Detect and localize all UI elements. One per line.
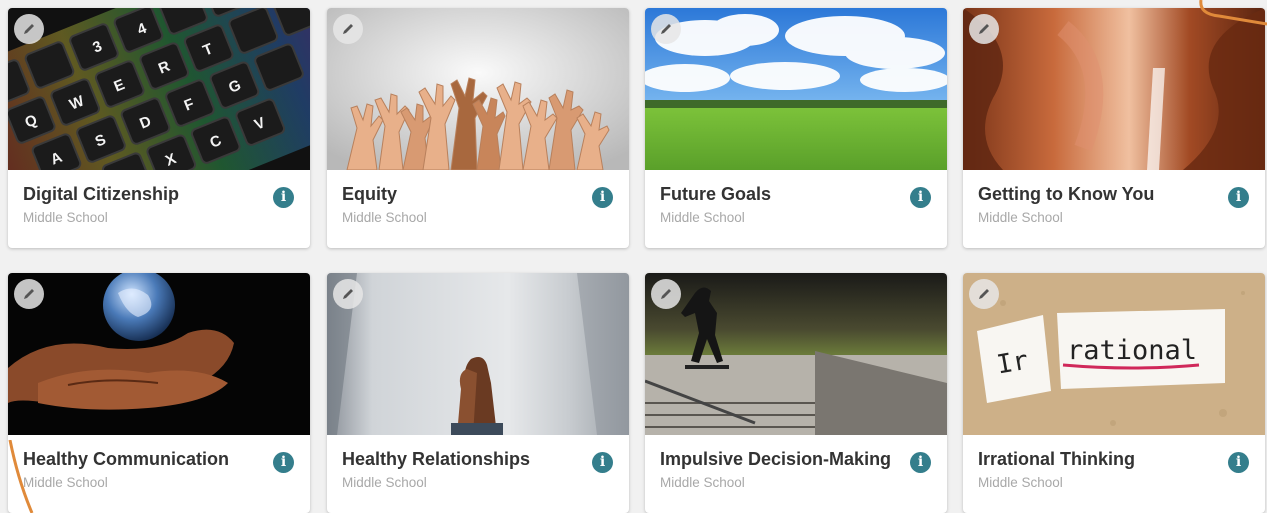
course-card-getting-to-know-you[interactable]: Getting to Know You Middle School i <box>963 8 1265 248</box>
card-subtitle: Middle School <box>23 210 108 225</box>
info-icon[interactable]: i <box>910 187 931 208</box>
pencil-icon <box>979 24 989 34</box>
edit-pencil-button[interactable] <box>651 14 681 44</box>
edit-pencil-button[interactable] <box>969 14 999 44</box>
course-card-healthy-communication[interactable]: Healthy Communication Middle School i <box>8 273 310 513</box>
card-subtitle: Middle School <box>23 475 108 490</box>
svg-text:Ir: Ir <box>995 346 1031 381</box>
skateboarder-image <box>645 273 947 435</box>
info-icon[interactable]: i <box>273 187 294 208</box>
card-title: Healthy Relationships <box>342 449 531 469</box>
card-subtitle: Middle School <box>660 475 745 490</box>
card-title: Getting to Know You <box>978 184 1155 204</box>
canyon-image <box>963 8 1265 170</box>
card-subtitle: Middle School <box>978 210 1063 225</box>
info-icon[interactable]: i <box>592 187 613 208</box>
info-icon[interactable]: i <box>1228 187 1249 208</box>
card-title: Equity <box>342 184 398 204</box>
pencil-icon <box>24 24 34 34</box>
info-icon[interactable]: i <box>592 452 613 473</box>
pencil-icon <box>661 24 671 34</box>
pencil-icon <box>979 289 989 299</box>
edit-pencil-button[interactable] <box>333 14 363 44</box>
course-card-equity[interactable]: Equity Middle School i <box>327 8 629 248</box>
edit-pencil-button[interactable] <box>333 279 363 309</box>
keyboard-image: 3 4 Q W E R T A S D F G Z X C V <box>8 8 310 170</box>
edit-pencil-button[interactable] <box>651 279 681 309</box>
clasped-hands-image <box>327 273 629 435</box>
card-title: Irrational Thinking <box>978 449 1136 469</box>
card-subtitle: Middle School <box>342 475 427 490</box>
course-card-digital-citizenship[interactable]: 3 4 Q W E R T A S D F G Z X C V <box>8 8 310 248</box>
irrational-paper-image: Ir rational <box>963 273 1265 435</box>
pencil-icon <box>343 24 353 34</box>
edit-pencil-button[interactable] <box>969 279 999 309</box>
card-subtitle: Middle School <box>342 210 427 225</box>
card-title: Impulsive Decision-Making <box>660 449 892 469</box>
card-title: Future Goals <box>660 184 772 204</box>
course-card-healthy-relationships[interactable]: Healthy Relationships Middle School i <box>327 273 629 513</box>
edit-pencil-button[interactable] <box>14 279 44 309</box>
edit-pencil-button[interactable] <box>14 14 44 44</box>
earth-in-hands-image <box>8 273 310 435</box>
course-card-future-goals[interactable]: Future Goals Middle School i <box>645 8 947 248</box>
info-icon[interactable]: i <box>1228 452 1249 473</box>
pencil-icon <box>24 289 34 299</box>
card-title: Healthy Communication <box>23 449 230 469</box>
card-title: Digital Citizenship <box>23 184 180 204</box>
info-icon[interactable]: i <box>273 452 294 473</box>
course-card-impulsive-decision-making[interactable]: Impulsive Decision-Making Middle School … <box>645 273 947 513</box>
svg-text:rational: rational <box>1067 335 1197 366</box>
field-sky-image <box>645 8 947 170</box>
card-subtitle: Middle School <box>660 210 745 225</box>
course-card-irrational-thinking[interactable]: Ir rational Irrational Thinking Middle S… <box>963 273 1265 513</box>
pencil-icon <box>343 289 353 299</box>
info-icon[interactable]: i <box>910 452 931 473</box>
raised-hands-image <box>327 8 629 170</box>
card-subtitle: Middle School <box>978 475 1063 490</box>
pencil-icon <box>661 289 671 299</box>
